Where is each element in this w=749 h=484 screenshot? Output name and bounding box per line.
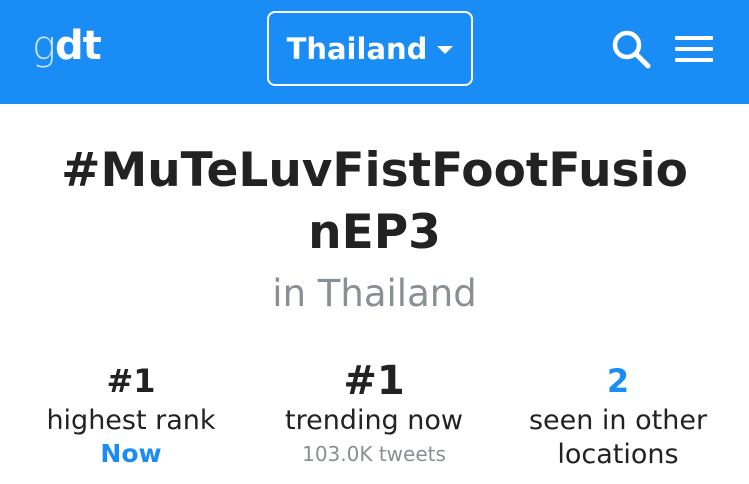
stat-other-locations[interactable]: 2 seen in other locations bbox=[493, 358, 743, 472]
other-locations-count[interactable]: 2 bbox=[493, 358, 743, 404]
hamburger-menu-icon[interactable] bbox=[675, 33, 713, 65]
stat-highest-rank: #1 highest rank Now bbox=[6, 358, 256, 470]
trend-hashtag-title: #MuTeLuvFistFootFusionEP3 bbox=[61, 143, 688, 260]
stat-trending-now: #1 trending now 103.0K tweets bbox=[249, 358, 499, 470]
top-navigation-bar: gdt Thailand bbox=[0, 0, 749, 104]
tweet-count: 103.0K tweets bbox=[302, 442, 446, 466]
highest-rank-value: #1 bbox=[106, 362, 156, 400]
caret-down-icon bbox=[437, 45, 454, 54]
logo-main: dt bbox=[55, 23, 102, 69]
search-icon[interactable] bbox=[609, 27, 653, 71]
trend-location: in Thailand bbox=[272, 272, 477, 315]
highest-rank-time: Now bbox=[100, 439, 162, 468]
gdt-logo[interactable]: gdt bbox=[32, 18, 102, 74]
highest-rank-label: highest rank bbox=[46, 405, 216, 436]
trending-now-label: trending now bbox=[284, 405, 463, 436]
selected-country: Thailand bbox=[286, 31, 428, 66]
other-locations-label: seen in other locations bbox=[528, 405, 708, 470]
logo-prefix: g bbox=[32, 23, 56, 69]
trending-now-value: #1 bbox=[343, 358, 405, 404]
country-selector-dropdown[interactable]: Thailand bbox=[267, 11, 473, 86]
